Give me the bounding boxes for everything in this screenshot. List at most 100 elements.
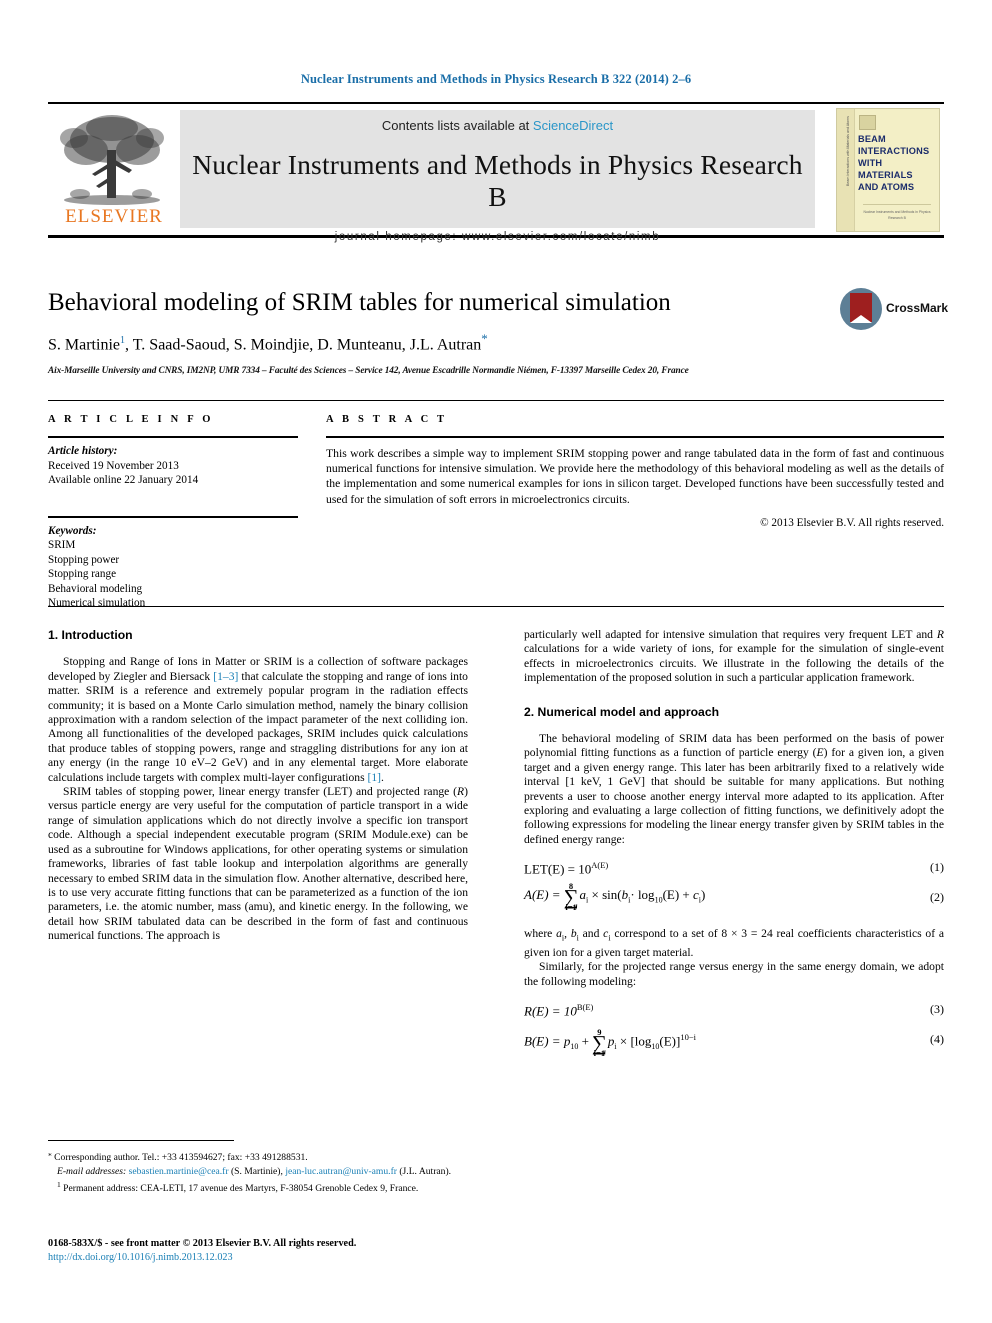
email-addresses-label: E-mail addresses: — [57, 1165, 127, 1177]
coef-symbol-a-sub: i — [561, 933, 565, 943]
cover-title: BEAM INTERACTIONS WITH MATERIALS AND ATO… — [858, 134, 930, 192]
intro-p1-part-c: . — [381, 770, 384, 784]
crossmark-bookmark-icon — [850, 293, 872, 323]
after-eq2-part-b: correspond to a set of 8 × 3 = 24 real c… — [524, 927, 945, 959]
email-link-autran[interactable]: jean-luc.autran@univ-amu.fr — [285, 1166, 397, 1177]
footnote-corresponding-text: Corresponding author. Tel.: +33 41359462… — [54, 1152, 308, 1164]
equation-4-sum-upper: 9 — [597, 1027, 602, 1038]
equation-2-close: ) — [701, 887, 706, 903]
equation-4-summation-icon: ∑ 9 i=1 — [591, 1027, 607, 1059]
keywords-label: Keywords: — [48, 524, 97, 537]
equation-2-coef-a-sub: i — [586, 895, 589, 905]
equation-2-number: (2) — [930, 890, 944, 905]
article-info-block: A R T I C L E I N F O Article history: R… — [48, 414, 298, 611]
corresponding-author-marker[interactable]: * — [481, 331, 488, 346]
equation-2-mid: · log — [630, 887, 655, 903]
email-link-martinie[interactable]: sebastien.martinie@cea.fr — [129, 1166, 229, 1177]
abstract-rule — [326, 436, 944, 438]
issn-front-matter: 0168-583X/$ - see front matter © 2013 El… — [48, 1238, 357, 1249]
journal-title: Nuclear Instruments and Methods in Physi… — [192, 149, 803, 212]
equation-1-lhs: LET(E) = 10 — [524, 861, 592, 877]
sciencedirect-link[interactable]: ScienceDirect — [533, 118, 613, 133]
author-list: S. Martinie1, T. Saad-Saoud, S. Moindjie… — [48, 331, 848, 354]
doi-link[interactable]: http://dx.doi.org/10.1016/j.nimb.2013.12… — [48, 1251, 478, 1265]
abstract-heading: A B S T R A C T — [326, 414, 448, 425]
equation-4-tail: (E)] — [659, 1033, 681, 1049]
footnote-permanent-text: Permanent address: CEA-LETI, 17 avenue d… — [63, 1183, 419, 1195]
citation-1-3[interactable]: [1–3] — [213, 670, 238, 683]
equation-4-number: (4) — [930, 1031, 944, 1046]
equation-2-sum-lower: i=1 — [565, 902, 577, 913]
info-top-rule — [48, 400, 944, 401]
journal-homepage-link[interactable]: journal homepage: www.elsevier.com/locat… — [180, 231, 815, 243]
footnote-emails: E-mail addresses: sebastien.martinie@cea… — [48, 1166, 468, 1178]
intro-p2-part-b: ) versus particle energy are very useful… — [48, 785, 468, 943]
intro-paragraph-2: SRIM tables of stopping power, linear en… — [48, 785, 468, 943]
equation-4-lhs-sub: 10 — [570, 1041, 579, 1051]
equation-4-plus: + — [581, 1033, 589, 1049]
article-history: Article history: Received 19 November 20… — [48, 444, 298, 488]
equation-2-times-sin: × sin( — [591, 887, 622, 903]
intro-paragraph-2-continued: particularly well adapted for intensive … — [524, 628, 944, 686]
equation-2-tail: (E) + — [662, 887, 693, 903]
keywords-block: Keywords: SRIM Stopping power Stopping r… — [48, 524, 298, 611]
equation-4-tail-exponent: 10−i — [680, 1031, 696, 1042]
coef-symbol-b-sub: i — [576, 933, 579, 943]
elsevier-logo: ELSEVIER — [54, 110, 170, 230]
intro-p1-part-b: that calculate the stopping and range of… — [48, 669, 468, 784]
equation-3-lhs: R(E) = 10 — [524, 1003, 577, 1019]
equation-1-number: (1) — [930, 860, 944, 875]
crossmark-circle-icon — [840, 288, 882, 330]
model-paragraph-1: The behavioral modeling of SRIM data has… — [524, 732, 944, 847]
equation-2-log-base: 10 — [654, 895, 663, 905]
keyword-item: Behavioral modeling — [48, 582, 143, 595]
crossmark-label: CrossMark — [886, 301, 949, 315]
intro-p2-part-a: SRIM tables of stopping power, linear en… — [63, 785, 458, 799]
equation-3-exponent: B(E) — [576, 1001, 594, 1012]
page-title: Behavioral modeling of SRIM tables for n… — [48, 289, 671, 316]
footnote-1-marker: 1 — [57, 1180, 61, 1189]
section-heading-numerical-model: 2. Numerical model and approach — [524, 704, 720, 719]
article-available-online: Available online 22 January 2014 — [48, 474, 199, 486]
keyword-item: SRIM — [48, 539, 76, 551]
intro-paragraph-1: Stopping and Range of Ions in Matter or … — [48, 655, 468, 785]
cover-divider — [863, 204, 931, 205]
equation-2-sum-upper: 8 — [568, 881, 574, 892]
contents-prefix: Contents lists available at — [381, 118, 533, 133]
info-bottom-rule — [48, 606, 944, 607]
footnotes-block: ⁎ Corresponding author. Tel.: +33 413594… — [48, 1148, 468, 1197]
abstract-text: This work describes a simple way to impl… — [326, 447, 944, 506]
masthead-center-panel: Contents lists available at ScienceDirec… — [180, 110, 815, 243]
symbol-E: E — [816, 746, 824, 760]
abstract-block: A B S T R A C T This work describes a si… — [326, 414, 944, 529]
equation-1-exponent: A(E) — [591, 860, 609, 871]
paper-page: Nuclear Instruments and Methods in Physi… — [0, 0, 992, 1323]
cover-publisher-mark — [859, 115, 876, 130]
equation-4-lhs: B(E) = p — [524, 1033, 571, 1049]
equation-4-coef-p-sub: i — [614, 1041, 617, 1051]
equation-4: B(E) = p10 + ∑ 9 i=1 pi × [log10(E)]10−i (4) — [524, 1027, 944, 1060]
right-cont-part-a: particularly well adapted for intensive … — [524, 628, 937, 641]
right-cont-part-b: calculations for a wide variety of ions,… — [524, 642, 944, 685]
symbol-R-2: R — [936, 628, 944, 641]
article-received: Received 19 November 2013 — [48, 459, 179, 472]
cover-spine: Beam Interactions with Materials and Ato… — [837, 109, 855, 231]
keyword-item: Stopping range — [48, 568, 117, 580]
keywords-rule — [48, 515, 298, 518]
affiliation: Aix-Marseille University and CNRS, IM2NP… — [48, 366, 689, 376]
keyword-item: Numerical simulation — [48, 597, 146, 609]
footnote-corresponding-author: ⁎ Corresponding author. Tel.: +33 413594… — [48, 1148, 468, 1165]
equation-1: LET(E) = 10A(E) (1) — [524, 858, 944, 877]
equation-3-number: (3) — [930, 1001, 944, 1016]
author-first: S. Martinie — [48, 336, 120, 354]
model-p1-part-b: ) for a given ion, a given target and a … — [524, 746, 944, 846]
after-equation-2-text: where ai, bi and ci correspond to a set … — [524, 927, 945, 959]
citation-1[interactable]: [1] — [368, 771, 382, 784]
keyword-item: Stopping power — [48, 553, 120, 566]
elsevier-wordmark: ELSEVIER — [65, 206, 163, 227]
equation-3: R(E) = 10B(E) (3) — [524, 1000, 944, 1019]
equation-4-times-log: × [log — [619, 1033, 652, 1049]
crossmark-badge[interactable]: CrossMark — [840, 288, 948, 334]
article-info-rule — [48, 436, 298, 438]
cover-spine-text: Beam Interactions with Materials and Ato… — [846, 116, 850, 186]
